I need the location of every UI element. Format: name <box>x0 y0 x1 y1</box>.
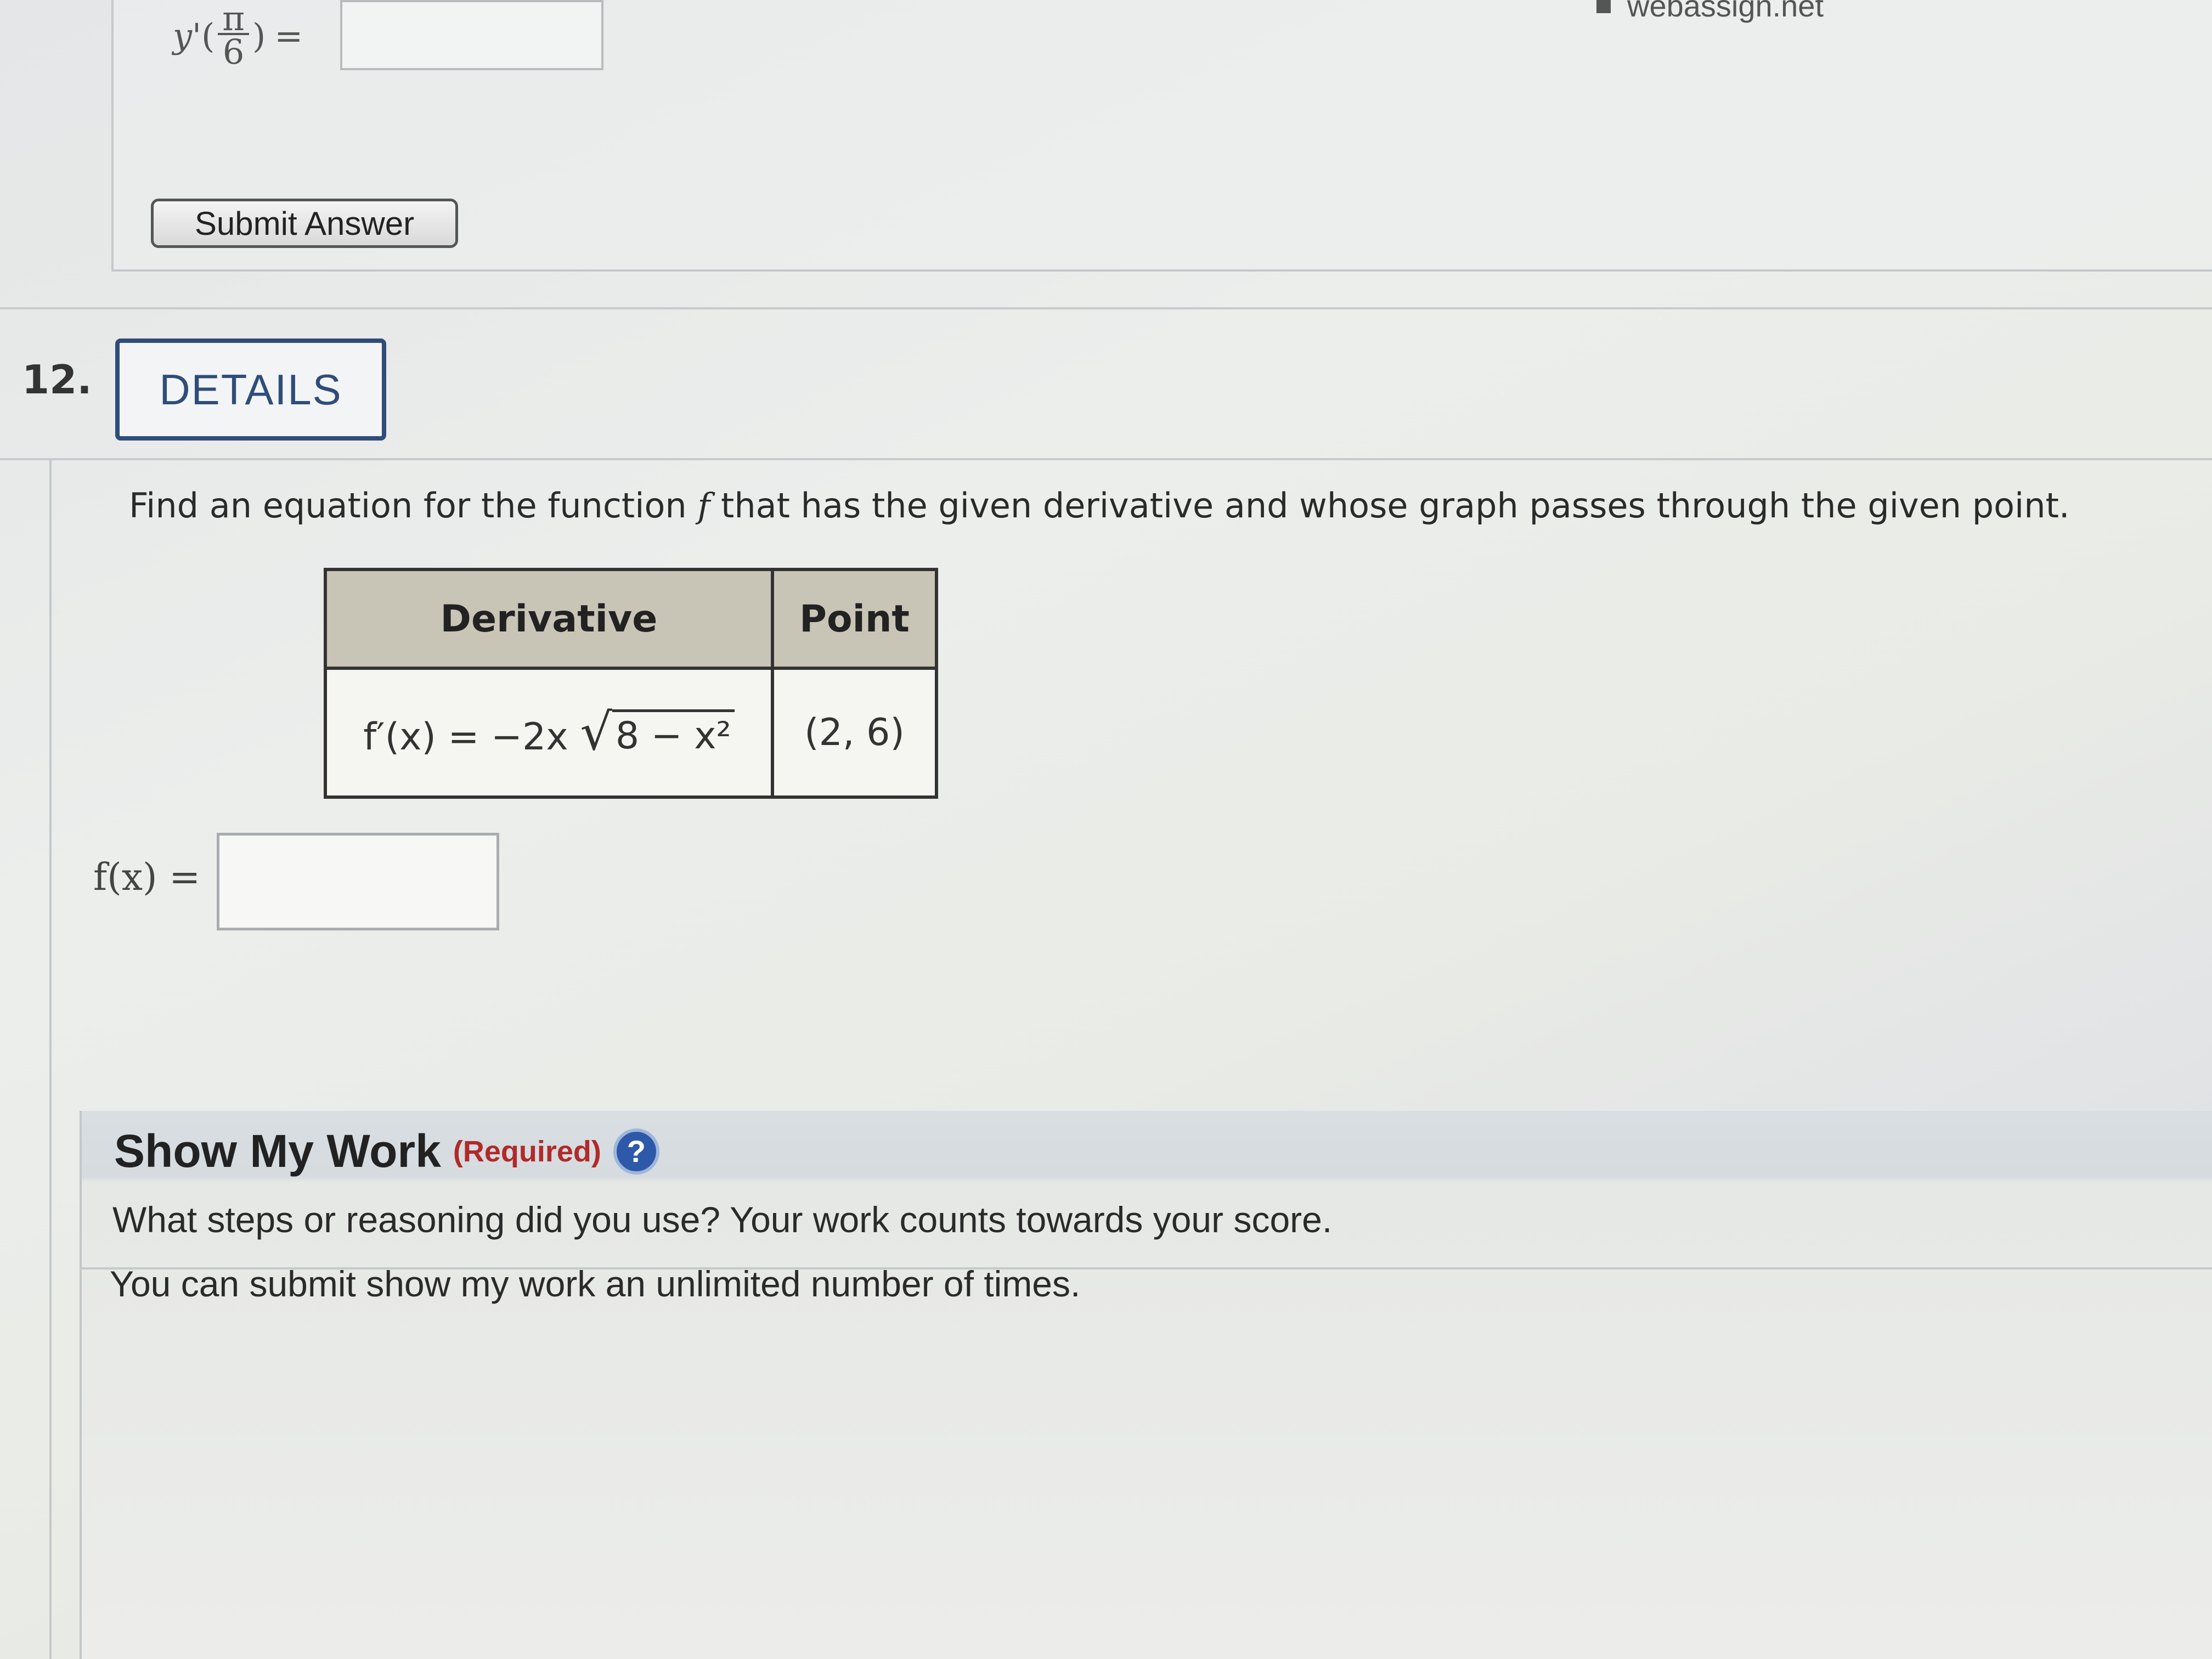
show-my-work-instructions: What steps or reasoning did you use? You… <box>112 1199 1333 1240</box>
previous-equation-label: y' ( π 6 ) = <box>173 2 303 72</box>
required-label: (Required) <box>453 1135 601 1168</box>
section-divider <box>0 307 2212 309</box>
show-my-work-panel <box>80 1111 2212 1659</box>
prompt-text-start: Find an equation for the function <box>129 486 698 526</box>
point-header: Point <box>771 568 938 670</box>
square-root: √ 8 − x² <box>580 707 735 758</box>
table-header-row: Derivative Point <box>324 568 938 670</box>
show-my-work-title: Show My Work <box>114 1125 441 1177</box>
derivative-radicand: 8 − x² <box>612 709 735 758</box>
show-my-work-heading: Show My Work (Required) ? <box>114 1125 659 1178</box>
show-my-work-note: You can submit show my work an unlimited… <box>110 1263 1081 1304</box>
source-site-label: webassign.net <box>1596 0 1824 24</box>
question-number: 12. <box>22 357 92 403</box>
previous-equals-sign: = <box>274 15 303 56</box>
fx-answer-input[interactable] <box>217 833 499 930</box>
derivative-cell: f′(x) = −2x √ 8 − x² <box>324 667 774 799</box>
fraction-numerator: π <box>218 2 250 35</box>
previous-equation-fraction: π 6 <box>218 2 250 72</box>
details-button[interactable]: DETAILS <box>115 338 386 441</box>
source-site-text: webassign.net <box>1627 0 1824 23</box>
radical-sign-icon: √ <box>580 702 612 761</box>
question-circle-icon[interactable]: ? <box>613 1128 659 1175</box>
prompt-text-end: that has the given derivative and whose … <box>710 486 2070 526</box>
table-row: f′(x) = −2x √ 8 − x² (2, 6) <box>324 667 938 799</box>
derivative-header: Derivative <box>324 568 774 670</box>
derivative-prefix: f′(x) = −2x <box>363 715 568 759</box>
point-cell: (2, 6) <box>771 667 938 799</box>
derivative-point-table: Derivative Point f′(x) = −2x √ 8 − x² (2… <box>324 568 938 799</box>
question-prompt: Find an equation for the function f that… <box>129 486 2159 526</box>
submit-answer-button[interactable]: Submit Answer <box>151 199 458 248</box>
previous-equation-lhs: y' <box>173 15 202 56</box>
previous-answer-input[interactable] <box>340 0 603 70</box>
prompt-function-var: f <box>697 486 710 526</box>
answer-label: f(x) = <box>93 856 201 899</box>
site-square-icon <box>1596 0 1611 13</box>
fraction-denominator: 6 <box>222 32 245 72</box>
